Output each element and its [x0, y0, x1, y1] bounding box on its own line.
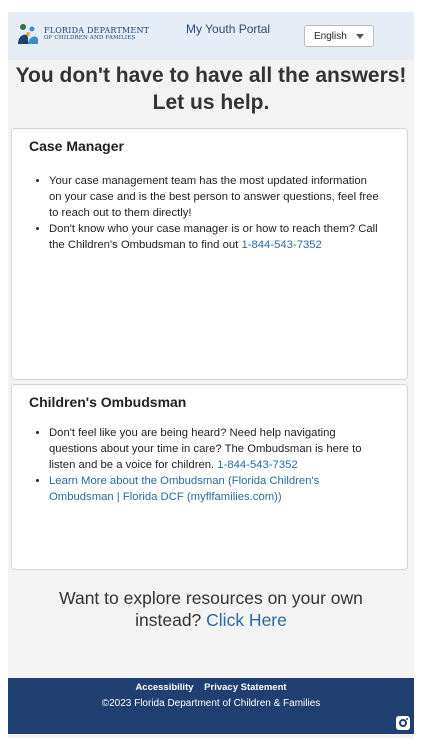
language-select[interactable]: English: [304, 25, 374, 47]
logo-line-2: OF CHILDREN AND FAMILIES: [44, 34, 136, 41]
childrens-ombudsman-card: Children's Ombudsman Don't feel like you…: [11, 384, 408, 570]
copyright-text: ©2023 Florida Department of Children & F…: [101, 698, 321, 709]
ombudsman-title: Children's Ombudsman: [29, 394, 187, 410]
instagram-lens-shape: [399, 719, 407, 727]
list-item: Don't feel like you are being heard? Nee…: [49, 425, 379, 473]
explore-line-2: instead?: [135, 610, 207, 630]
portal-title[interactable]: My Youth Portal: [186, 22, 270, 36]
case-manager-bullet-1: Your case management team has the most u…: [49, 175, 379, 219]
page-title-line-1: You don't have to have all the answers!: [15, 64, 407, 87]
ombudsman-phone-link[interactable]: 1-844-543-7352: [217, 459, 297, 471]
instagram-flash-shape: [406, 718, 408, 720]
chevron-down-icon: [356, 34, 364, 39]
dcf-family-logo-icon: [16, 22, 40, 46]
logo-wordmark: FLORIDA DEPARTMENT OF CHILDREN AND FAMIL…: [44, 25, 150, 42]
list-item: Don't know who your case manager is or h…: [49, 221, 379, 253]
ombudsman-bullet-1: Don't feel like you are being heard? Nee…: [49, 427, 362, 471]
top-bar: FLORIDA DEPARTMENT OF CHILDREN AND FAMIL…: [8, 12, 414, 60]
explore-resources: Want to explore resources on your own in…: [8, 587, 414, 631]
click-here-link[interactable]: Click Here: [206, 610, 287, 630]
ombudsman-phone-link[interactable]: 1-844-543-7352: [241, 239, 321, 251]
case-manager-bullet-2: Don't know who your case manager is or h…: [49, 223, 378, 251]
dcf-logo[interactable]: FLORIDA DEPARTMENT OF CHILDREN AND FAMIL…: [16, 21, 156, 47]
logo-line-1: FLORIDA DEPARTMENT: [44, 25, 150, 35]
case-manager-title: Case Manager: [29, 138, 124, 154]
case-manager-card: Case Manager Your case management team h…: [11, 128, 408, 380]
list-item: Your case management team has the most u…: [49, 173, 379, 221]
list-item: Learn More about the Ombudsman (Florida …: [49, 473, 379, 505]
learn-more-ombudsman-link[interactable]: Learn More about the Ombudsman (Florida …: [49, 475, 319, 503]
accessibility-link[interactable]: Accessibility: [135, 682, 193, 693]
footer-links: Accessibility Privacy Statement: [8, 682, 414, 693]
language-selected-value: English: [314, 30, 347, 42]
page-title-line-2: Let us help.: [152, 91, 270, 114]
footer: Accessibility Privacy Statement ©2023 Fl…: [8, 678, 414, 734]
privacy-statement-link[interactable]: Privacy Statement: [204, 682, 286, 693]
instagram-icon[interactable]: [396, 716, 410, 730]
case-manager-list: Your case management team has the most u…: [49, 173, 379, 253]
page-title: You don't have to have all the answers! …: [8, 62, 414, 116]
ombudsman-list: Don't feel like you are being heard? Nee…: [49, 425, 379, 505]
explore-line-1: Want to explore resources on your own: [59, 588, 363, 608]
